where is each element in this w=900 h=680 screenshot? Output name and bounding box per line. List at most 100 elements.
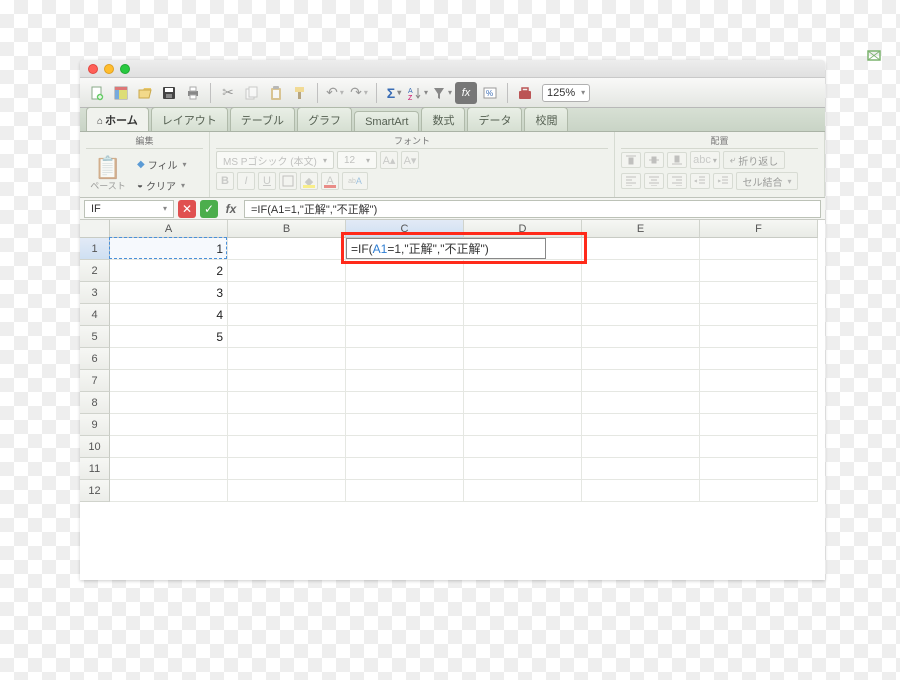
cell[interactable] <box>582 436 700 458</box>
cell[interactable] <box>464 260 582 282</box>
cell[interactable] <box>464 436 582 458</box>
cell[interactable] <box>700 348 818 370</box>
row-header[interactable]: 7 <box>80 370 110 392</box>
orientation-button[interactable]: abc▾ <box>690 151 720 169</box>
cell[interactable] <box>346 414 464 436</box>
fx-icon[interactable]: fx <box>222 200 240 218</box>
tab-tables[interactable]: テーブル <box>230 107 295 131</box>
cell[interactable] <box>464 480 582 502</box>
row-header[interactable]: 6 <box>80 348 110 370</box>
cell[interactable] <box>346 260 464 282</box>
cell[interactable] <box>700 238 818 260</box>
col-header-b[interactable]: B <box>228 220 346 238</box>
formula-input[interactable]: =IF(A1=1,"正解","不正解") <box>244 200 821 218</box>
row-header[interactable]: 2 <box>80 260 110 282</box>
cell[interactable] <box>582 480 700 502</box>
toolbox-icon[interactable] <box>514 82 536 104</box>
cell[interactable] <box>582 392 700 414</box>
cell[interactable] <box>346 370 464 392</box>
cell[interactable] <box>228 458 346 480</box>
cell[interactable] <box>346 304 464 326</box>
cell[interactable] <box>464 458 582 480</box>
fx-button[interactable]: fx <box>455 82 477 104</box>
cell[interactable] <box>582 348 700 370</box>
cell[interactable] <box>346 348 464 370</box>
cut-icon[interactable]: ✂ <box>217 82 239 104</box>
cell[interactable] <box>346 326 464 348</box>
cell[interactable] <box>582 282 700 304</box>
select-all-corner[interactable] <box>80 220 110 238</box>
zoom-selector[interactable]: 125%▾ <box>542 84 590 102</box>
tab-data[interactable]: データ <box>467 107 522 131</box>
undo-icon[interactable]: ↶▾ <box>324 82 346 104</box>
row-header[interactable]: 9 <box>80 414 110 436</box>
zoom-window-button[interactable] <box>120 64 130 74</box>
tab-formulas[interactable]: 数式 <box>421 107 465 131</box>
cell[interactable] <box>346 458 464 480</box>
phonetic-button[interactable]: abA <box>342 172 368 190</box>
autosum-icon[interactable]: Σ▾ <box>383 82 405 104</box>
show-formulas-icon[interactable]: % <box>479 82 501 104</box>
underline-button[interactable]: U <box>258 172 276 190</box>
cell[interactable] <box>700 260 818 282</box>
row-header[interactable]: 12 <box>80 480 110 502</box>
tab-smartart[interactable]: SmartArt <box>354 111 419 131</box>
cell[interactable] <box>228 392 346 414</box>
cell[interactable] <box>464 392 582 414</box>
cell[interactable] <box>110 480 228 502</box>
align-right-icon[interactable] <box>667 173 687 189</box>
cell[interactable] <box>228 304 346 326</box>
paste-icon[interactable] <box>265 82 287 104</box>
copy-icon[interactable] <box>241 82 263 104</box>
filter-icon[interactable]: ▾ <box>431 82 453 104</box>
cell[interactable] <box>464 326 582 348</box>
minimize-window-button[interactable] <box>104 64 114 74</box>
cell[interactable] <box>700 304 818 326</box>
format-painter-icon[interactable] <box>289 82 311 104</box>
template-icon[interactable] <box>110 82 132 104</box>
col-header-f[interactable]: F <box>700 220 818 238</box>
cell[interactable] <box>110 370 228 392</box>
col-header-e[interactable]: E <box>582 220 700 238</box>
increase-font-icon[interactable]: A▴ <box>380 151 398 169</box>
cell[interactable] <box>464 414 582 436</box>
cell[interactable] <box>582 238 700 260</box>
decrease-indent-icon[interactable] <box>690 173 710 189</box>
cell[interactable] <box>228 238 346 260</box>
cell[interactable] <box>700 436 818 458</box>
tab-layout[interactable]: レイアウト <box>151 107 228 131</box>
align-left-icon[interactable] <box>621 173 641 189</box>
paste-button[interactable]: 📋 ペースト <box>86 151 130 197</box>
fill-color-button[interactable]: ◆ <box>300 172 318 190</box>
cell-edit-overlay[interactable]: =IF(A1=1,"正解","不正解") <box>346 238 546 259</box>
align-top-icon[interactable] <box>621 152 641 168</box>
cell[interactable]: 4 <box>110 304 228 326</box>
cancel-button[interactable]: ✕ <box>178 200 196 218</box>
row-header[interactable]: 10 <box>80 436 110 458</box>
cell[interactable] <box>700 392 818 414</box>
cell-grid[interactable]: 1 2 3 4 5 =IF(A1=1,"正解","不正解") <box>110 238 825 580</box>
bold-button[interactable]: B <box>216 172 234 190</box>
confirm-button[interactable]: ✓ <box>200 200 218 218</box>
align-bottom-icon[interactable] <box>667 152 687 168</box>
cell[interactable] <box>228 480 346 502</box>
row-header[interactable]: 3 <box>80 282 110 304</box>
italic-button[interactable]: I <box>237 172 255 190</box>
redo-icon[interactable]: ↷▾ <box>348 82 370 104</box>
cell[interactable] <box>110 348 228 370</box>
cell[interactable]: 1 <box>110 238 228 260</box>
tab-home[interactable]: ⌂ホーム <box>86 107 149 131</box>
cell[interactable] <box>464 348 582 370</box>
cell[interactable] <box>700 414 818 436</box>
save-icon[interactable] <box>158 82 180 104</box>
cell[interactable] <box>228 260 346 282</box>
align-middle-icon[interactable] <box>644 152 664 168</box>
align-center-icon[interactable] <box>644 173 664 189</box>
font-size-selector[interactable]: 12▾ <box>337 151 377 169</box>
cell[interactable] <box>110 458 228 480</box>
row-header[interactable]: 4 <box>80 304 110 326</box>
wrap-text-button[interactable]: ⤶折り返し <box>723 151 785 169</box>
tab-review[interactable]: 校閲 <box>524 107 568 131</box>
cell[interactable]: 5 <box>110 326 228 348</box>
cell[interactable] <box>582 326 700 348</box>
